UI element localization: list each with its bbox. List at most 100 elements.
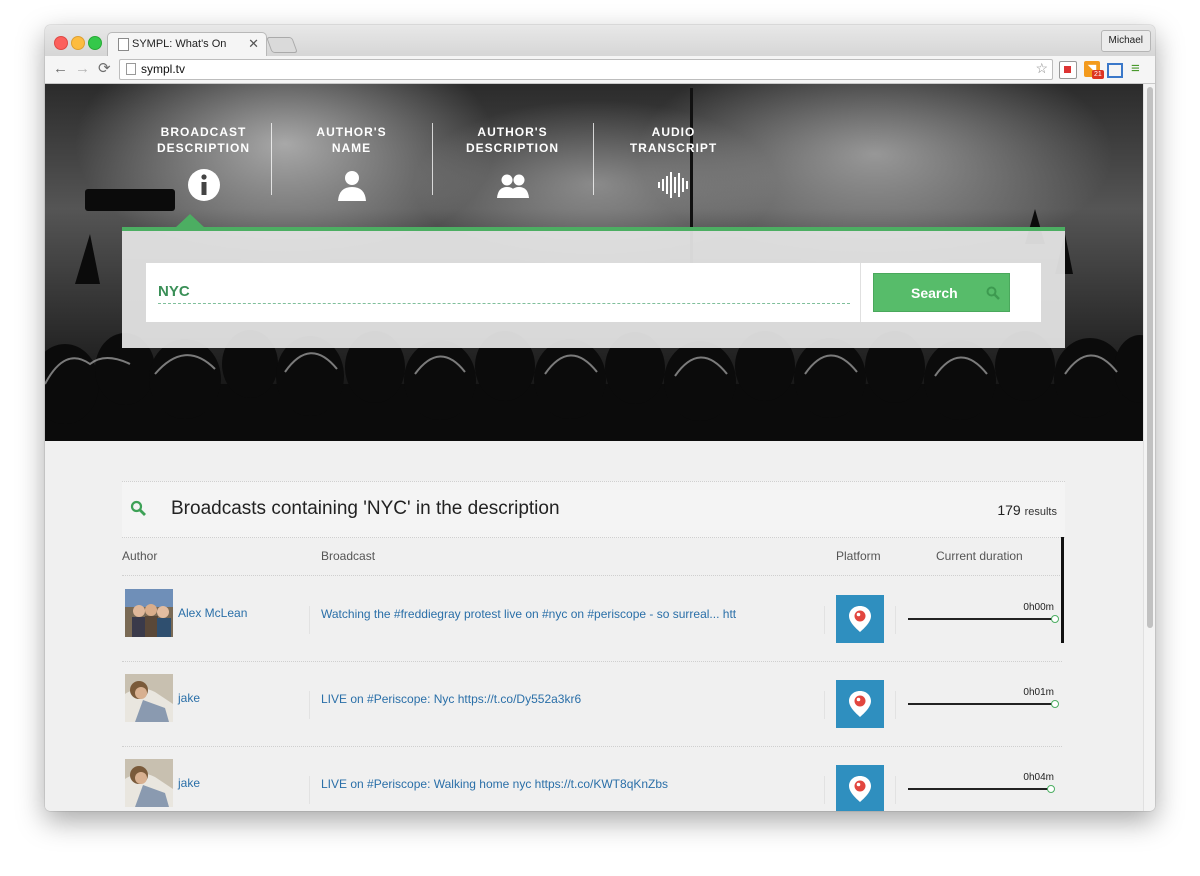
cell-divider <box>309 691 310 719</box>
broadcast-link[interactable]: Watching the #freddiegray protest live o… <box>321 607 736 621</box>
cell-divider <box>824 691 825 719</box>
column-header-platform[interactable]: Platform <box>836 549 881 563</box>
cell-divider <box>824 606 825 634</box>
tab-strip: SYMPL: What's On ✕ Michael <box>45 25 1155 57</box>
author-link[interactable]: jake <box>178 776 200 790</box>
progress-handle <box>1051 615 1059 623</box>
tab-authors-description[interactable]: AUTHOR'S DESCRIPTION <box>432 118 593 228</box>
search-icon <box>130 500 146 516</box>
browser-window: SYMPL: What's On ✕ Michael ← → ⟳ sympl.t… <box>45 25 1155 811</box>
profile-button[interactable]: Michael <box>1100 30 1151 52</box>
screen-capture-icon[interactable] <box>1107 63 1123 78</box>
bookmark-star-icon[interactable]: ☆ <box>1035 60 1048 77</box>
cell-divider <box>824 776 825 804</box>
results-count-suffix: results <box>1024 506 1057 518</box>
page-scrollbar[interactable] <box>1143 84 1155 811</box>
address-bar[interactable]: sympl.tv ☆ <box>119 59 1053 80</box>
url-text[interactable]: sympl.tv <box>141 62 185 76</box>
duration-label: 0h01m <box>1023 687 1054 698</box>
page-content: BROADCAST DESCRIPTION AUTHOR'S NAME AUTH… <box>45 84 1143 811</box>
search-filter-tabs: BROADCAST DESCRIPTION AUTHOR'S NAME AUTH… <box>123 118 763 228</box>
author-link[interactable]: jake <box>178 691 200 705</box>
hero-banner: BROADCAST DESCRIPTION AUTHOR'S NAME AUTH… <box>45 84 1143 441</box>
results-header: Broadcasts containing 'NYC' in the descr… <box>122 481 1065 538</box>
tab-broadcast-description[interactable]: BROADCAST DESCRIPTION <box>123 118 284 228</box>
browser-toolbar: ← → ⟳ sympl.tv ☆ ◥ 21 ≡ <box>45 56 1155 84</box>
column-header-author[interactable]: Author <box>122 549 157 563</box>
extension-icon[interactable] <box>1059 61 1077 79</box>
cell-divider <box>895 691 896 719</box>
tab-audio-transcript[interactable]: AUDIO TRANSCRIPT <box>593 118 754 228</box>
tab-authors-name[interactable]: AUTHOR'S NAME <box>271 118 432 228</box>
column-header-duration[interactable]: Current duration <box>936 549 1023 563</box>
search-input[interactable] <box>158 279 850 304</box>
periscope-icon[interactable] <box>836 595 884 643</box>
results-count-number: 179 <box>997 502 1021 518</box>
tab-label: AUTHOR'S NAME <box>271 124 432 156</box>
tab-label-line2: NAME <box>331 141 372 155</box>
cell-divider <box>895 606 896 634</box>
tab-label-line1: BROADCAST <box>160 125 247 139</box>
table-row[interactable]: jake LIVE on #Periscope: Walking home ny… <box>122 746 1062 811</box>
tab-label-line2: DESCRIPTION <box>156 141 250 155</box>
results-section: Broadcasts containing 'NYC' in the descr… <box>122 481 1065 811</box>
search-button-label: Search <box>911 285 958 301</box>
zoom-window-button[interactable] <box>88 36 102 50</box>
chrome-menu-icon[interactable]: ≡ <box>1131 61 1147 77</box>
periscope-icon[interactable] <box>836 765 884 811</box>
duration-progress-bar <box>908 785 1055 793</box>
users-icon <box>497 174 529 198</box>
tab-label: AUTHOR'S DESCRIPTION <box>432 124 593 156</box>
audio-wave-icon <box>658 172 688 198</box>
column-header-broadcast[interactable]: Broadcast <box>321 549 375 563</box>
page-icon <box>118 38 129 51</box>
periscope-icon[interactable] <box>836 680 884 728</box>
browser-tab[interactable]: SYMPL: What's On ✕ <box>107 32 267 57</box>
back-arrow-icon[interactable]: ← <box>53 60 68 78</box>
author-link[interactable]: Alex McLean <box>178 606 247 620</box>
page-icon <box>126 63 136 75</box>
search-button[interactable]: Search <box>873 273 1010 312</box>
tab-label-line1: AUTHOR'S <box>477 125 548 139</box>
duration-label: 0h00m <box>1023 602 1054 613</box>
avatar[interactable] <box>125 674 173 722</box>
progress-handle <box>1047 785 1055 793</box>
close-window-button[interactable] <box>54 36 68 50</box>
search-divider <box>860 263 861 322</box>
tab-label-line2: TRANSCRIPT <box>629 141 718 155</box>
progress-handle <box>1051 700 1059 708</box>
duration-progress-bar <box>908 615 1059 623</box>
user-icon <box>338 171 366 201</box>
search-icon <box>986 286 1000 300</box>
cell-divider <box>895 776 896 804</box>
table-row[interactable]: jake LIVE on #Periscope: Nyc https://t.c… <box>122 661 1062 747</box>
tab-label: BROADCAST DESCRIPTION <box>123 124 284 156</box>
forward-arrow-icon[interactable]: → <box>75 60 90 78</box>
cell-divider <box>309 776 310 804</box>
results-count: 179 results <box>997 502 1057 518</box>
tab-label-line1: AUDIO <box>651 125 696 139</box>
minimize-window-button[interactable] <box>71 36 85 50</box>
cell-divider <box>309 606 310 634</box>
search-box: Search <box>146 263 1041 322</box>
close-tab-icon[interactable]: ✕ <box>248 36 259 52</box>
tab-label-line2: DESCRIPTION <box>465 141 559 155</box>
table-row[interactable]: Alex McLean Watching the #freddiegray pr… <box>122 576 1062 662</box>
tab-title: SYMPL: What's On <box>132 38 227 50</box>
broadcast-link[interactable]: LIVE on #Periscope: Walking home nyc htt… <box>321 777 668 791</box>
reload-icon[interactable]: ⟳ <box>98 60 111 78</box>
broadcast-link[interactable]: LIVE on #Periscope: Nyc https://t.co/Dy5… <box>321 692 581 706</box>
tab-label: AUDIO TRANSCRIPT <box>593 124 754 156</box>
avatar[interactable] <box>125 759 173 807</box>
results-title: Broadcasts containing 'NYC' in the descr… <box>171 498 560 519</box>
avatar[interactable] <box>125 589 173 637</box>
scrollbar-thumb[interactable] <box>1147 87 1153 628</box>
rss-extension-icon[interactable]: ◥ 21 <box>1084 61 1104 79</box>
active-tab-indicator <box>175 214 205 228</box>
duration-progress-bar <box>908 700 1059 708</box>
info-icon <box>188 169 220 201</box>
tab-label-line1: AUTHOR'S <box>316 125 387 139</box>
extension-badge: 21 <box>1092 70 1104 79</box>
new-tab-button[interactable] <box>266 37 298 53</box>
duration-label: 0h04m <box>1023 772 1054 783</box>
